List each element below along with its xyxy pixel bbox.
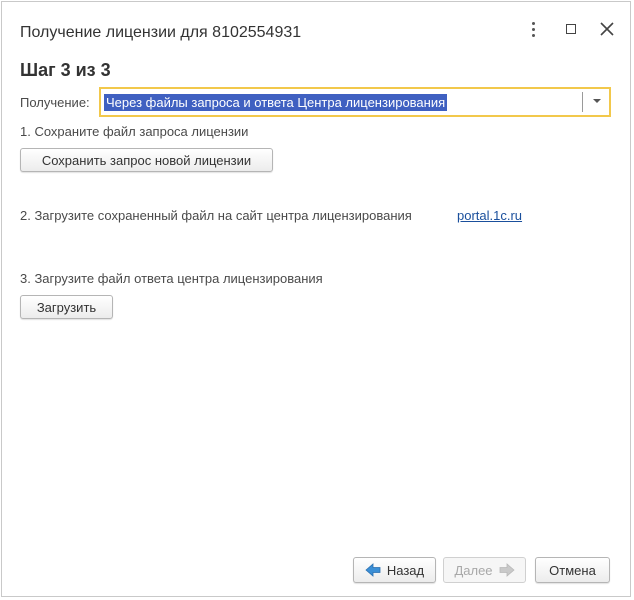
close-icon[interactable] [594,16,620,42]
more-options-icon[interactable] [520,16,546,42]
load-button[interactable]: Загрузить [20,295,113,319]
save-request-button[interactable]: Сохранить запрос новой лицензии [20,148,273,172]
receive-method-select[interactable]: Через файлы запроса и ответа Центра лице… [99,87,611,117]
back-button[interactable]: Назад [353,557,436,583]
portal-link[interactable]: portal.1c.ru [457,208,522,223]
back-label: Назад [386,562,425,578]
combo-separator [582,92,583,112]
cancel-button[interactable]: Отмена [535,557,610,583]
title-bar: Получение лицензии для 8102554931 [2,2,630,58]
arrow-left-icon [365,563,381,577]
receive-label: Получение: [20,95,90,110]
maximize-icon[interactable] [558,16,584,42]
license-dialog: Получение лицензии для 8102554931 Шаг 3 … [1,1,631,597]
receive-method-value: Через файлы запроса и ответа Центра лице… [104,94,448,111]
dialog-title: Получение лицензии для 8102554931 [20,24,302,41]
step-title: Шаг 3 из 3 [20,60,111,80]
arrow-right-icon [499,563,515,577]
chevron-down-icon[interactable] [593,99,601,103]
next-button[interactable]: Далее [443,557,526,583]
step2-text: 2. Загрузите сохраненный файл на сайт це… [20,208,412,223]
next-label: Далее [454,562,493,578]
step1-text: 1. Сохраните файл запроса лицензии [20,124,249,139]
step3-text: 3. Загрузите файл ответа центра лицензир… [20,271,323,286]
